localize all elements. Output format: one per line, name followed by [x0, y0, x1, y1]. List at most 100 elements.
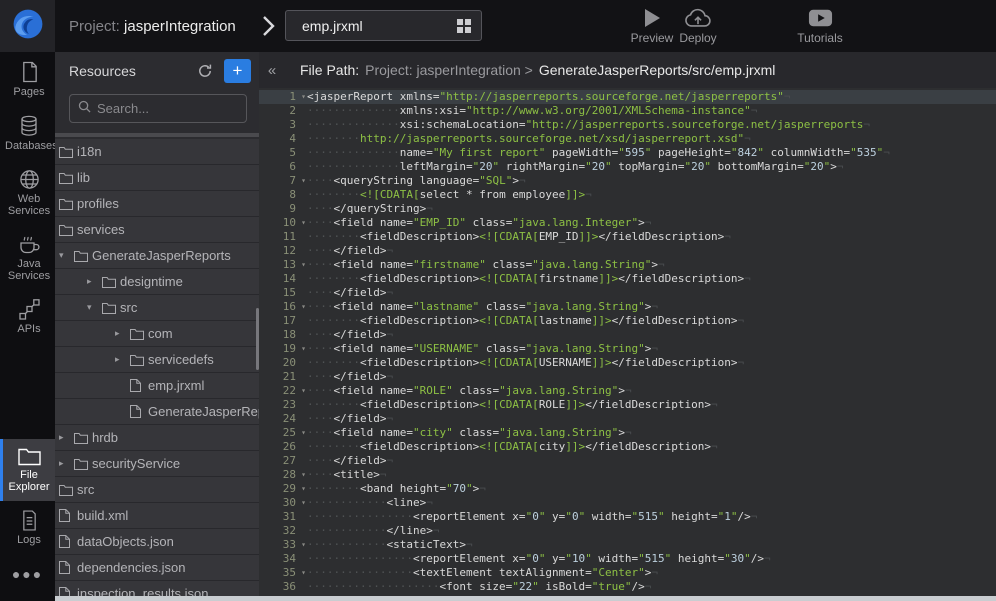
tree-expand-arrow[interactable]: ▸ — [59, 458, 74, 469]
tree-item[interactable]: emp.jrxml — [55, 373, 259, 399]
code-line[interactable]: 34 ················<reportElement x="0" … — [259, 552, 996, 566]
fold-arrow-icon[interactable]: ▾ — [301, 174, 306, 188]
fold-arrow-icon[interactable]: ▾ — [301, 468, 306, 482]
fold-arrow-icon[interactable]: ▾ — [301, 482, 306, 496]
tree-item[interactable]: ▸ servicedefs — [55, 347, 259, 373]
app-logo[interactable] — [0, 0, 55, 52]
code-line[interactable]: 24 ····</field>¬ — [259, 412, 996, 426]
code-line[interactable]: 29▾ ········<band height="70">¬ — [259, 482, 996, 496]
sidebar-item-apis[interactable]: APIs — [0, 290, 55, 343]
code-line[interactable]: 30▾ ············<line>¬ — [259, 496, 996, 510]
code-line[interactable]: 20 ········<fieldDescription><![CDATA[US… — [259, 356, 996, 370]
fold-arrow-icon[interactable]: ▾ — [301, 496, 306, 510]
line-content: ············<staticText>¬ — [307, 538, 473, 552]
preview-button[interactable]: Preview — [626, 7, 678, 45]
fold-arrow-icon[interactable]: ▾ — [301, 300, 306, 314]
code-editor[interactable]: 1▾ <jasperReport xmlns="http://jasperrep… — [259, 88, 996, 601]
sidebar-item-java-services[interactable]: Java Services — [0, 225, 55, 290]
code-line[interactable]: 26 ········<fieldDescription><![CDATA[ci… — [259, 440, 996, 454]
refresh-icon[interactable] — [194, 60, 216, 82]
tree-expand-arrow[interactable]: ▸ — [115, 328, 130, 339]
tree-item[interactable]: dataObjects.json — [55, 529, 259, 555]
tree-expand-arrow[interactable]: ▾ — [87, 302, 102, 313]
fold-arrow-icon[interactable]: ▾ — [301, 384, 306, 398]
code-line[interactable]: 15 ····</field>¬ — [259, 286, 996, 300]
search-input[interactable] — [97, 101, 259, 116]
code-line[interactable]: 1▾ <jasperReport xmlns="http://jasperrep… — [259, 90, 996, 104]
tree-item[interactable]: src — [55, 477, 259, 503]
line-content: ················<textElement textAlignme… — [307, 566, 658, 580]
tree-item[interactable]: build.xml — [55, 503, 259, 529]
fold-arrow-icon[interactable]: ▾ — [301, 426, 306, 440]
deploy-button[interactable]: Deploy — [672, 7, 724, 45]
code-line[interactable]: 36 ····················<font size="22" i… — [259, 580, 996, 594]
sidebar-spacer — [0, 343, 55, 439]
fold-arrow-icon[interactable]: ▾ — [301, 90, 306, 104]
sidebar-item-file-explorer[interactable]: File Explorer — [0, 439, 55, 501]
tree-item[interactable]: GenerateJasperReports.s — [55, 399, 259, 425]
code-line[interactable]: 4 ········http://jasperreports.sourcefor… — [259, 132, 996, 146]
search-box[interactable] — [69, 94, 247, 123]
fold-arrow-icon[interactable]: ▾ — [301, 342, 306, 356]
code-line[interactable]: 7▾ ····<queryString language="SQL">¬ — [259, 174, 996, 188]
code-line[interactable]: 6 ··············leftMargin="20" rightMar… — [259, 160, 996, 174]
code-line[interactable]: 3 ··············xsi:schemaLocation="http… — [259, 118, 996, 132]
code-line[interactable]: 5 ··············name="My first report" p… — [259, 146, 996, 160]
horizontal-scrollbar[interactable] — [55, 596, 996, 601]
code-line[interactable]: 13▾ ····<field name="firstname" class="j… — [259, 258, 996, 272]
tree-expand-arrow[interactable]: ▸ — [87, 276, 102, 287]
add-resource-button[interactable]: + — [224, 59, 251, 83]
tree-item[interactable]: ▸ designtime — [55, 269, 259, 295]
code-line[interactable]: 17 ········<fieldDescription><![CDATA[la… — [259, 314, 996, 328]
code-line[interactable]: 22▾ ····<field name="ROLE" class="java.l… — [259, 384, 996, 398]
code-line[interactable]: 33▾ ············<staticText>¬ — [259, 538, 996, 552]
code-line[interactable]: 18 ····</field>¬ — [259, 328, 996, 342]
code-line[interactable]: 12 ····</field>¬ — [259, 244, 996, 258]
code-line[interactable]: 2 ··············xmlns:xsi="http://www.w3… — [259, 104, 996, 118]
code-line[interactable]: 11 ········<fieldDescription><![CDATA[EM… — [259, 230, 996, 244]
tree-expand-arrow[interactable]: ▸ — [115, 354, 130, 365]
tree-item[interactable]: i18n — [55, 139, 259, 165]
code-line[interactable]: 10▾ ····<field name="EMP_ID" class="java… — [259, 216, 996, 230]
sidebar-item-databases[interactable]: Databases — [0, 106, 55, 160]
code-line[interactable]: 16▾ ····<field name="lastname" class="ja… — [259, 300, 996, 314]
code-line[interactable]: 35▾ ················<textElement textAli… — [259, 566, 996, 580]
sidebar-item-logs[interactable]: Logs — [0, 501, 55, 554]
code-line[interactable]: 19▾ ····<field name="USERNAME" class="ja… — [259, 342, 996, 356]
code-line[interactable]: 31 ················<reportElement x="0" … — [259, 510, 996, 524]
folder-icon — [5, 448, 53, 466]
code-line[interactable]: 9 ····</queryString>¬ — [259, 202, 996, 216]
open-file-selector[interactable]: emp.jrxml — [285, 10, 482, 41]
fold-arrow-icon[interactable]: ▾ — [301, 538, 306, 552]
code-line[interactable]: 25▾ ····<field name="city" class="java.l… — [259, 426, 996, 440]
tutorials-button[interactable]: Tutorials — [794, 7, 846, 45]
tree-item[interactable]: lib — [55, 165, 259, 191]
sidebar-item-web-services[interactable]: Web Services — [0, 160, 55, 225]
tree-item[interactable]: ▸ securityService — [55, 451, 259, 477]
line-content: ····</queryString>¬ — [307, 202, 433, 216]
tree-item[interactable]: services — [55, 217, 259, 243]
code-line[interactable]: 21 ····</field>¬ — [259, 370, 996, 384]
code-line[interactable]: 8 ········<![CDATA[select * from employe… — [259, 188, 996, 202]
tree-item[interactable]: ▾ src — [55, 295, 259, 321]
code-line[interactable]: 28▾ ····<title>¬ — [259, 468, 996, 482]
code-line[interactable]: 27 ····</field>¬ — [259, 454, 996, 468]
tree-item[interactable]: dependencies.json — [55, 555, 259, 581]
fold-arrow-icon[interactable]: ▾ — [301, 566, 306, 580]
fold-arrow-icon[interactable]: ▾ — [301, 258, 306, 272]
tree-expand-arrow[interactable]: ▸ — [59, 432, 74, 443]
code-line[interactable]: 14 ········<fieldDescription><![CDATA[fi… — [259, 272, 996, 286]
line-content: ····</field>¬ — [307, 286, 393, 300]
sidebar-item-pages[interactable]: Pages — [0, 52, 55, 106]
tree-item[interactable]: ▾ GenerateJasperReports — [55, 243, 259, 269]
tree-expand-arrow[interactable]: ▾ — [59, 250, 74, 261]
tree-item[interactable]: ▸ hrdb — [55, 425, 259, 451]
tree-item[interactable]: ▸ com — [55, 321, 259, 347]
collapse-panel-icon[interactable]: « — [259, 62, 285, 79]
more-options-button[interactable]: ●●● — [0, 554, 55, 594]
code-line[interactable]: 23 ········<fieldDescription><![CDATA[RO… — [259, 398, 996, 412]
fold-arrow-icon[interactable]: ▾ — [301, 216, 306, 230]
code-line[interactable]: 32 ············</line>¬ — [259, 524, 996, 538]
tree-item[interactable]: profiles — [55, 191, 259, 217]
line-content: ····</field>¬ — [307, 454, 393, 468]
